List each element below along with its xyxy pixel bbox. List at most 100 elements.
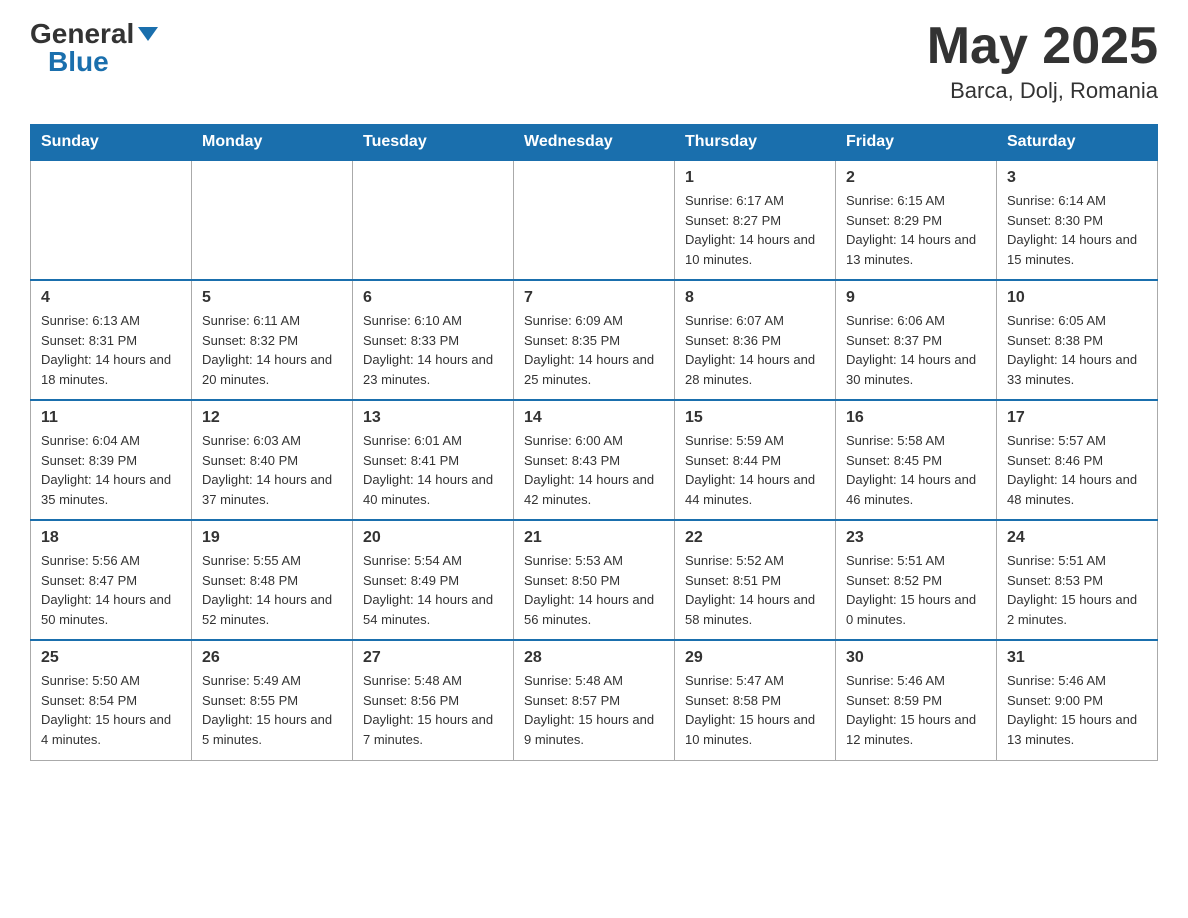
day-number: 7 (524, 289, 664, 307)
calendar-cell: 14Sunrise: 6:00 AM Sunset: 8:43 PM Dayli… (514, 400, 675, 520)
day-info: Sunrise: 5:49 AM Sunset: 8:55 PM Dayligh… (202, 671, 342, 749)
calendar-cell: 16Sunrise: 5:58 AM Sunset: 8:45 PM Dayli… (836, 400, 997, 520)
day-number: 4 (41, 289, 181, 307)
day-number: 22 (685, 529, 825, 547)
day-number: 18 (41, 529, 181, 547)
day-number: 20 (363, 529, 503, 547)
day-info: Sunrise: 6:15 AM Sunset: 8:29 PM Dayligh… (846, 191, 986, 269)
day-info: Sunrise: 5:56 AM Sunset: 8:47 PM Dayligh… (41, 551, 181, 629)
calendar-week-row: 25 Sunrise: 5:50 AM Sunset: 8:54 PM Dayli… (31, 640, 1158, 760)
day-info: Sunrise: 5:46 AM Sunset: 9:00 PM Dayligh… (1007, 671, 1147, 749)
day-info: Sunrise: 5:50 AM Sunset: 8:54 PM Dayligh… (41, 671, 181, 749)
day-info: Sunrise: 6:11 AM Sunset: 8:32 PM Dayligh… (202, 311, 342, 389)
day-info: Sunrise: 5:51 AM Sunset: 8:53 PM Dayligh… (1007, 551, 1147, 629)
day-info: Sunrise: 5:48 AM Sunset: 8:56 PM Dayligh… (363, 671, 503, 749)
day-number: 9 (846, 289, 986, 307)
day-info: Sunrise: 6:04 AM Sunset: 8:39 PM Dayligh… (41, 431, 181, 509)
calendar-cell: 6 Sunrise: 6:10 AM Sunset: 8:33 PM Daylig… (353, 280, 514, 400)
day-info: Sunrise: 6:10 AM Sunset: 8:33 PM Dayligh… (363, 311, 503, 389)
month-title: May 2025 (927, 20, 1158, 72)
day-info: Sunrise: 5:54 AM Sunset: 8:49 PM Dayligh… (363, 551, 503, 629)
day-info: Sunrise: 5:57 AM Sunset: 8:46 PM Dayligh… (1007, 431, 1147, 509)
day-number: 23 (846, 529, 986, 547)
calendar-cell (31, 160, 192, 280)
calendar-cell: 18 Sunrise: 5:56 AM Sunset: 8:47 PM Dayli… (31, 520, 192, 640)
day-number: 17 (1007, 409, 1147, 427)
calendar-cell: 31 Sunrise: 5:46 AM Sunset: 9:00 PM Dayli… (997, 640, 1158, 760)
calendar-cell: 12 Sunrise: 6:03 AM Sunset: 8:40 PM Dayli… (192, 400, 353, 520)
day-info: Sunrise: 5:46 AM Sunset: 8:59 PM Dayligh… (846, 671, 986, 749)
calendar-cell: 28Sunrise: 5:48 AM Sunset: 8:57 PM Dayli… (514, 640, 675, 760)
day-number: 26 (202, 649, 342, 667)
calendar-cell: 1 Sunrise: 6:17 AM Sunset: 8:27 PM Daylig… (675, 160, 836, 280)
day-number: 3 (1007, 169, 1147, 187)
calendar-header-wednesday: Wednesday (514, 125, 675, 161)
calendar-cell: 17 Sunrise: 5:57 AM Sunset: 8:46 PM Dayli… (997, 400, 1158, 520)
calendar-cell: 22 Sunrise: 5:52 AM Sunset: 8:51 PM Dayli… (675, 520, 836, 640)
logo-blue-text: Blue (48, 48, 109, 76)
calendar-cell: 15 Sunrise: 5:59 AM Sunset: 8:44 PM Dayli… (675, 400, 836, 520)
calendar-header-sunday: Sunday (31, 125, 192, 161)
day-info: Sunrise: 6:17 AM Sunset: 8:27 PM Dayligh… (685, 191, 825, 269)
calendar-cell: 3 Sunrise: 6:14 AM Sunset: 8:30 PM Daylig… (997, 160, 1158, 280)
logo-triangle-icon (138, 27, 158, 41)
title-area: May 2025 Barca, Dolj, Romania (927, 20, 1158, 104)
calendar-cell: 4 Sunrise: 6:13 AM Sunset: 8:31 PM Daylig… (31, 280, 192, 400)
day-number: 30 (846, 649, 986, 667)
day-info: Sunrise: 6:14 AM Sunset: 8:30 PM Dayligh… (1007, 191, 1147, 269)
calendar-cell: 2Sunrise: 6:15 AM Sunset: 8:29 PM Daylig… (836, 160, 997, 280)
calendar-week-row: 11 Sunrise: 6:04 AM Sunset: 8:39 PM Dayli… (31, 400, 1158, 520)
calendar-header-thursday: Thursday (675, 125, 836, 161)
logo-general-text: General (30, 20, 134, 48)
day-number: 14 (524, 409, 664, 427)
calendar-cell: 27 Sunrise: 5:48 AM Sunset: 8:56 PM Dayli… (353, 640, 514, 760)
calendar-week-row: 1 Sunrise: 6:17 AM Sunset: 8:27 PM Daylig… (31, 160, 1158, 280)
day-number: 19 (202, 529, 342, 547)
day-number: 24 (1007, 529, 1147, 547)
day-info: Sunrise: 6:13 AM Sunset: 8:31 PM Dayligh… (41, 311, 181, 389)
day-number: 5 (202, 289, 342, 307)
calendar-cell: 23Sunrise: 5:51 AM Sunset: 8:52 PM Dayli… (836, 520, 997, 640)
day-number: 10 (1007, 289, 1147, 307)
calendar-cell: 30 Sunrise: 5:46 AM Sunset: 8:59 PM Dayli… (836, 640, 997, 760)
calendar-cell: 25 Sunrise: 5:50 AM Sunset: 8:54 PM Dayli… (31, 640, 192, 760)
day-info: Sunrise: 6:03 AM Sunset: 8:40 PM Dayligh… (202, 431, 342, 509)
day-number: 12 (202, 409, 342, 427)
day-info: Sunrise: 5:59 AM Sunset: 8:44 PM Dayligh… (685, 431, 825, 509)
calendar-table: SundayMondayTuesdayWednesdayThursdayFrid… (30, 124, 1158, 761)
calendar-cell: 9 Sunrise: 6:06 AM Sunset: 8:37 PM Daylig… (836, 280, 997, 400)
day-info: Sunrise: 6:05 AM Sunset: 8:38 PM Dayligh… (1007, 311, 1147, 389)
day-info: Sunrise: 5:58 AM Sunset: 8:45 PM Dayligh… (846, 431, 986, 509)
day-info: Sunrise: 6:06 AM Sunset: 8:37 PM Dayligh… (846, 311, 986, 389)
calendar-cell: 5 Sunrise: 6:11 AM Sunset: 8:32 PM Daylig… (192, 280, 353, 400)
day-number: 8 (685, 289, 825, 307)
calendar-cell (192, 160, 353, 280)
calendar-header-tuesday: Tuesday (353, 125, 514, 161)
calendar-header-row: SundayMondayTuesdayWednesdayThursdayFrid… (31, 125, 1158, 161)
calendar-cell: 21Sunrise: 5:53 AM Sunset: 8:50 PM Dayli… (514, 520, 675, 640)
day-info: Sunrise: 5:55 AM Sunset: 8:48 PM Dayligh… (202, 551, 342, 629)
calendar-cell: 8Sunrise: 6:07 AM Sunset: 8:36 PM Daylig… (675, 280, 836, 400)
day-number: 1 (685, 169, 825, 187)
day-number: 6 (363, 289, 503, 307)
day-number: 15 (685, 409, 825, 427)
day-number: 31 (1007, 649, 1147, 667)
day-info: Sunrise: 5:47 AM Sunset: 8:58 PM Dayligh… (685, 671, 825, 749)
day-number: 11 (41, 409, 181, 427)
calendar-header-saturday: Saturday (997, 125, 1158, 161)
calendar-header-monday: Monday (192, 125, 353, 161)
day-number: 27 (363, 649, 503, 667)
calendar-cell: 20 Sunrise: 5:54 AM Sunset: 8:49 PM Dayli… (353, 520, 514, 640)
day-info: Sunrise: 5:48 AM Sunset: 8:57 PM Dayligh… (524, 671, 664, 749)
day-number: 13 (363, 409, 503, 427)
calendar-cell: 7Sunrise: 6:09 AM Sunset: 8:35 PM Daylig… (514, 280, 675, 400)
page-header: General Blue May 2025 Barca, Dolj, Roman… (30, 20, 1158, 104)
day-number: 25 (41, 649, 181, 667)
day-info: Sunrise: 5:52 AM Sunset: 8:51 PM Dayligh… (685, 551, 825, 629)
calendar-header-friday: Friday (836, 125, 997, 161)
calendar-cell: 26 Sunrise: 5:49 AM Sunset: 8:55 PM Dayli… (192, 640, 353, 760)
day-info: Sunrise: 6:01 AM Sunset: 8:41 PM Dayligh… (363, 431, 503, 509)
calendar-cell: 24 Sunrise: 5:51 AM Sunset: 8:53 PM Dayli… (997, 520, 1158, 640)
calendar-cell (353, 160, 514, 280)
logo: General Blue (30, 20, 158, 76)
